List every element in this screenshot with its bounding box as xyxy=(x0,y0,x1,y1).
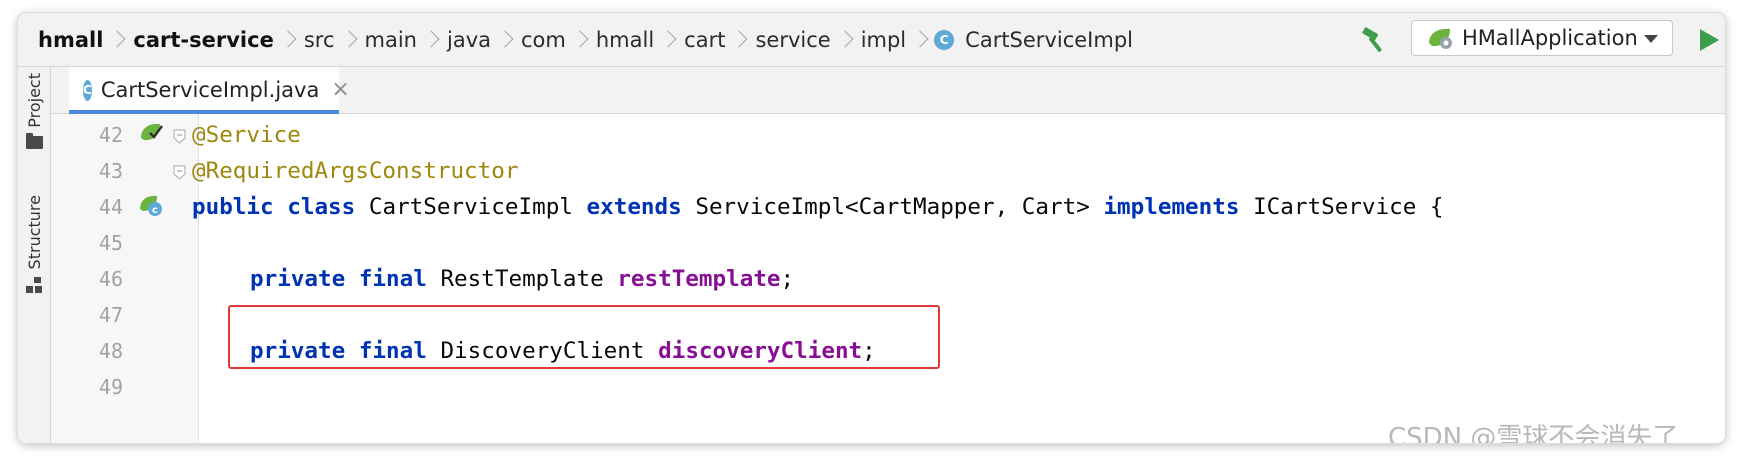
semicolon: ; xyxy=(780,266,795,292)
class-name: CartServiceImpl xyxy=(368,194,573,220)
hammer-icon[interactable] xyxy=(1360,25,1390,55)
code-line-43[interactable]: @RequiredArgsConstructor xyxy=(192,158,518,184)
chevron-right-icon xyxy=(727,28,753,52)
breadcrumb-item[interactable]: cart xyxy=(682,28,727,52)
line-number: 45 xyxy=(98,231,123,255)
breadcrumb-item[interactable]: com xyxy=(519,28,568,52)
annotation: @Service xyxy=(192,122,301,148)
fold-marker-icon[interactable] xyxy=(173,165,186,180)
highlight-annotation-box xyxy=(228,305,940,369)
fold-marker-icon[interactable] xyxy=(173,129,186,144)
breadcrumb: hmall cart-service src main java com hma… xyxy=(36,13,1135,66)
breadcrumb-item[interactable]: service xyxy=(753,28,832,52)
line-number: 43 xyxy=(98,159,123,183)
keyword: public xyxy=(192,194,274,220)
chevron-right-icon xyxy=(908,28,934,52)
editor-tab-cartserviceimpl[interactable]: C CartServiceImpl.java × xyxy=(69,67,350,114)
line-number: 47 xyxy=(98,303,123,327)
breadcrumb-item[interactable]: cart-service xyxy=(131,28,275,52)
code-line-44[interactable]: public class CartServiceImpl extends Ser… xyxy=(192,194,1444,220)
watermark: CSDN @雪球不会消失了 xyxy=(1388,423,1679,443)
project-tool-label: Project xyxy=(24,73,44,128)
structure-tool-button[interactable]: Structure xyxy=(18,195,50,294)
navigation-bar: hmall cart-service src main java com hma… xyxy=(18,13,1725,67)
breadcrumb-item[interactable]: java xyxy=(445,28,493,52)
code-line-42[interactable]: @Service xyxy=(192,122,301,148)
line-number: 48 xyxy=(98,339,123,363)
run-configuration-selector[interactable]: HMallApplication xyxy=(1411,20,1673,56)
breadcrumb-item-current[interactable]: CartServiceImpl xyxy=(963,28,1135,52)
breadcrumb-item[interactable]: hmall xyxy=(36,28,105,52)
chevron-right-icon xyxy=(105,28,131,52)
close-icon[interactable]: × xyxy=(331,79,349,101)
interface-name: ICartService xyxy=(1253,194,1417,220)
run-config-label: HMallApplication xyxy=(1462,26,1638,50)
chevron-right-icon xyxy=(568,28,594,52)
keyword: extends xyxy=(586,194,682,220)
keyword: private xyxy=(250,266,346,292)
class-icon: C xyxy=(934,29,955,50)
annotation: @RequiredArgsConstructor xyxy=(192,158,519,184)
code-line-46[interactable]: private final RestTemplate restTemplate; xyxy=(250,266,794,292)
chevron-right-icon xyxy=(656,28,682,52)
project-tool-button[interactable]: Project xyxy=(18,73,50,149)
tool-window-strip: Project Structure xyxy=(18,67,51,443)
class-icon: C xyxy=(83,79,92,101)
spring-bean-icon[interactable] xyxy=(138,120,164,146)
editor-gutter: 42 43 44 45 46 47 48 49 c xyxy=(51,114,199,443)
field-name: restTemplate xyxy=(617,266,781,292)
editor-tab-bar: C CartServiceImpl.java × xyxy=(51,67,1725,114)
structure-icon xyxy=(26,277,42,294)
spring-boot-icon xyxy=(1429,28,1452,49)
keyword: implements xyxy=(1103,194,1240,220)
field-type: RestTemplate xyxy=(440,266,604,292)
ide-window: hmall cart-service src main java com hma… xyxy=(18,13,1725,443)
superclass-type: ServiceImpl<CartMapper, Cart> xyxy=(695,194,1090,220)
chevron-right-icon xyxy=(493,28,519,52)
run-icon[interactable] xyxy=(1696,26,1722,54)
breadcrumb-item[interactable]: main xyxy=(363,28,419,52)
chevron-right-icon xyxy=(276,28,302,52)
line-number: 42 xyxy=(98,123,123,147)
breadcrumb-item[interactable]: hmall xyxy=(594,28,656,52)
chevron-down-icon xyxy=(1644,35,1658,43)
chevron-right-icon xyxy=(419,28,445,52)
line-number: 44 xyxy=(98,195,123,219)
folder-icon xyxy=(25,132,43,149)
implementation-icon[interactable]: c xyxy=(138,192,164,218)
svg-text:c: c xyxy=(152,205,158,216)
structure-tool-label: Structure xyxy=(24,195,44,270)
line-number: 49 xyxy=(98,375,123,399)
breadcrumb-item[interactable]: impl xyxy=(859,28,908,52)
brace: { xyxy=(1429,194,1444,220)
line-number: 46 xyxy=(98,267,123,291)
keyword: final xyxy=(358,266,427,292)
chevron-right-icon xyxy=(833,28,859,52)
chevron-right-icon xyxy=(337,28,363,52)
tab-label: CartServiceImpl.java xyxy=(100,78,320,102)
keyword: class xyxy=(287,194,356,220)
breadcrumb-item[interactable]: src xyxy=(302,28,337,52)
